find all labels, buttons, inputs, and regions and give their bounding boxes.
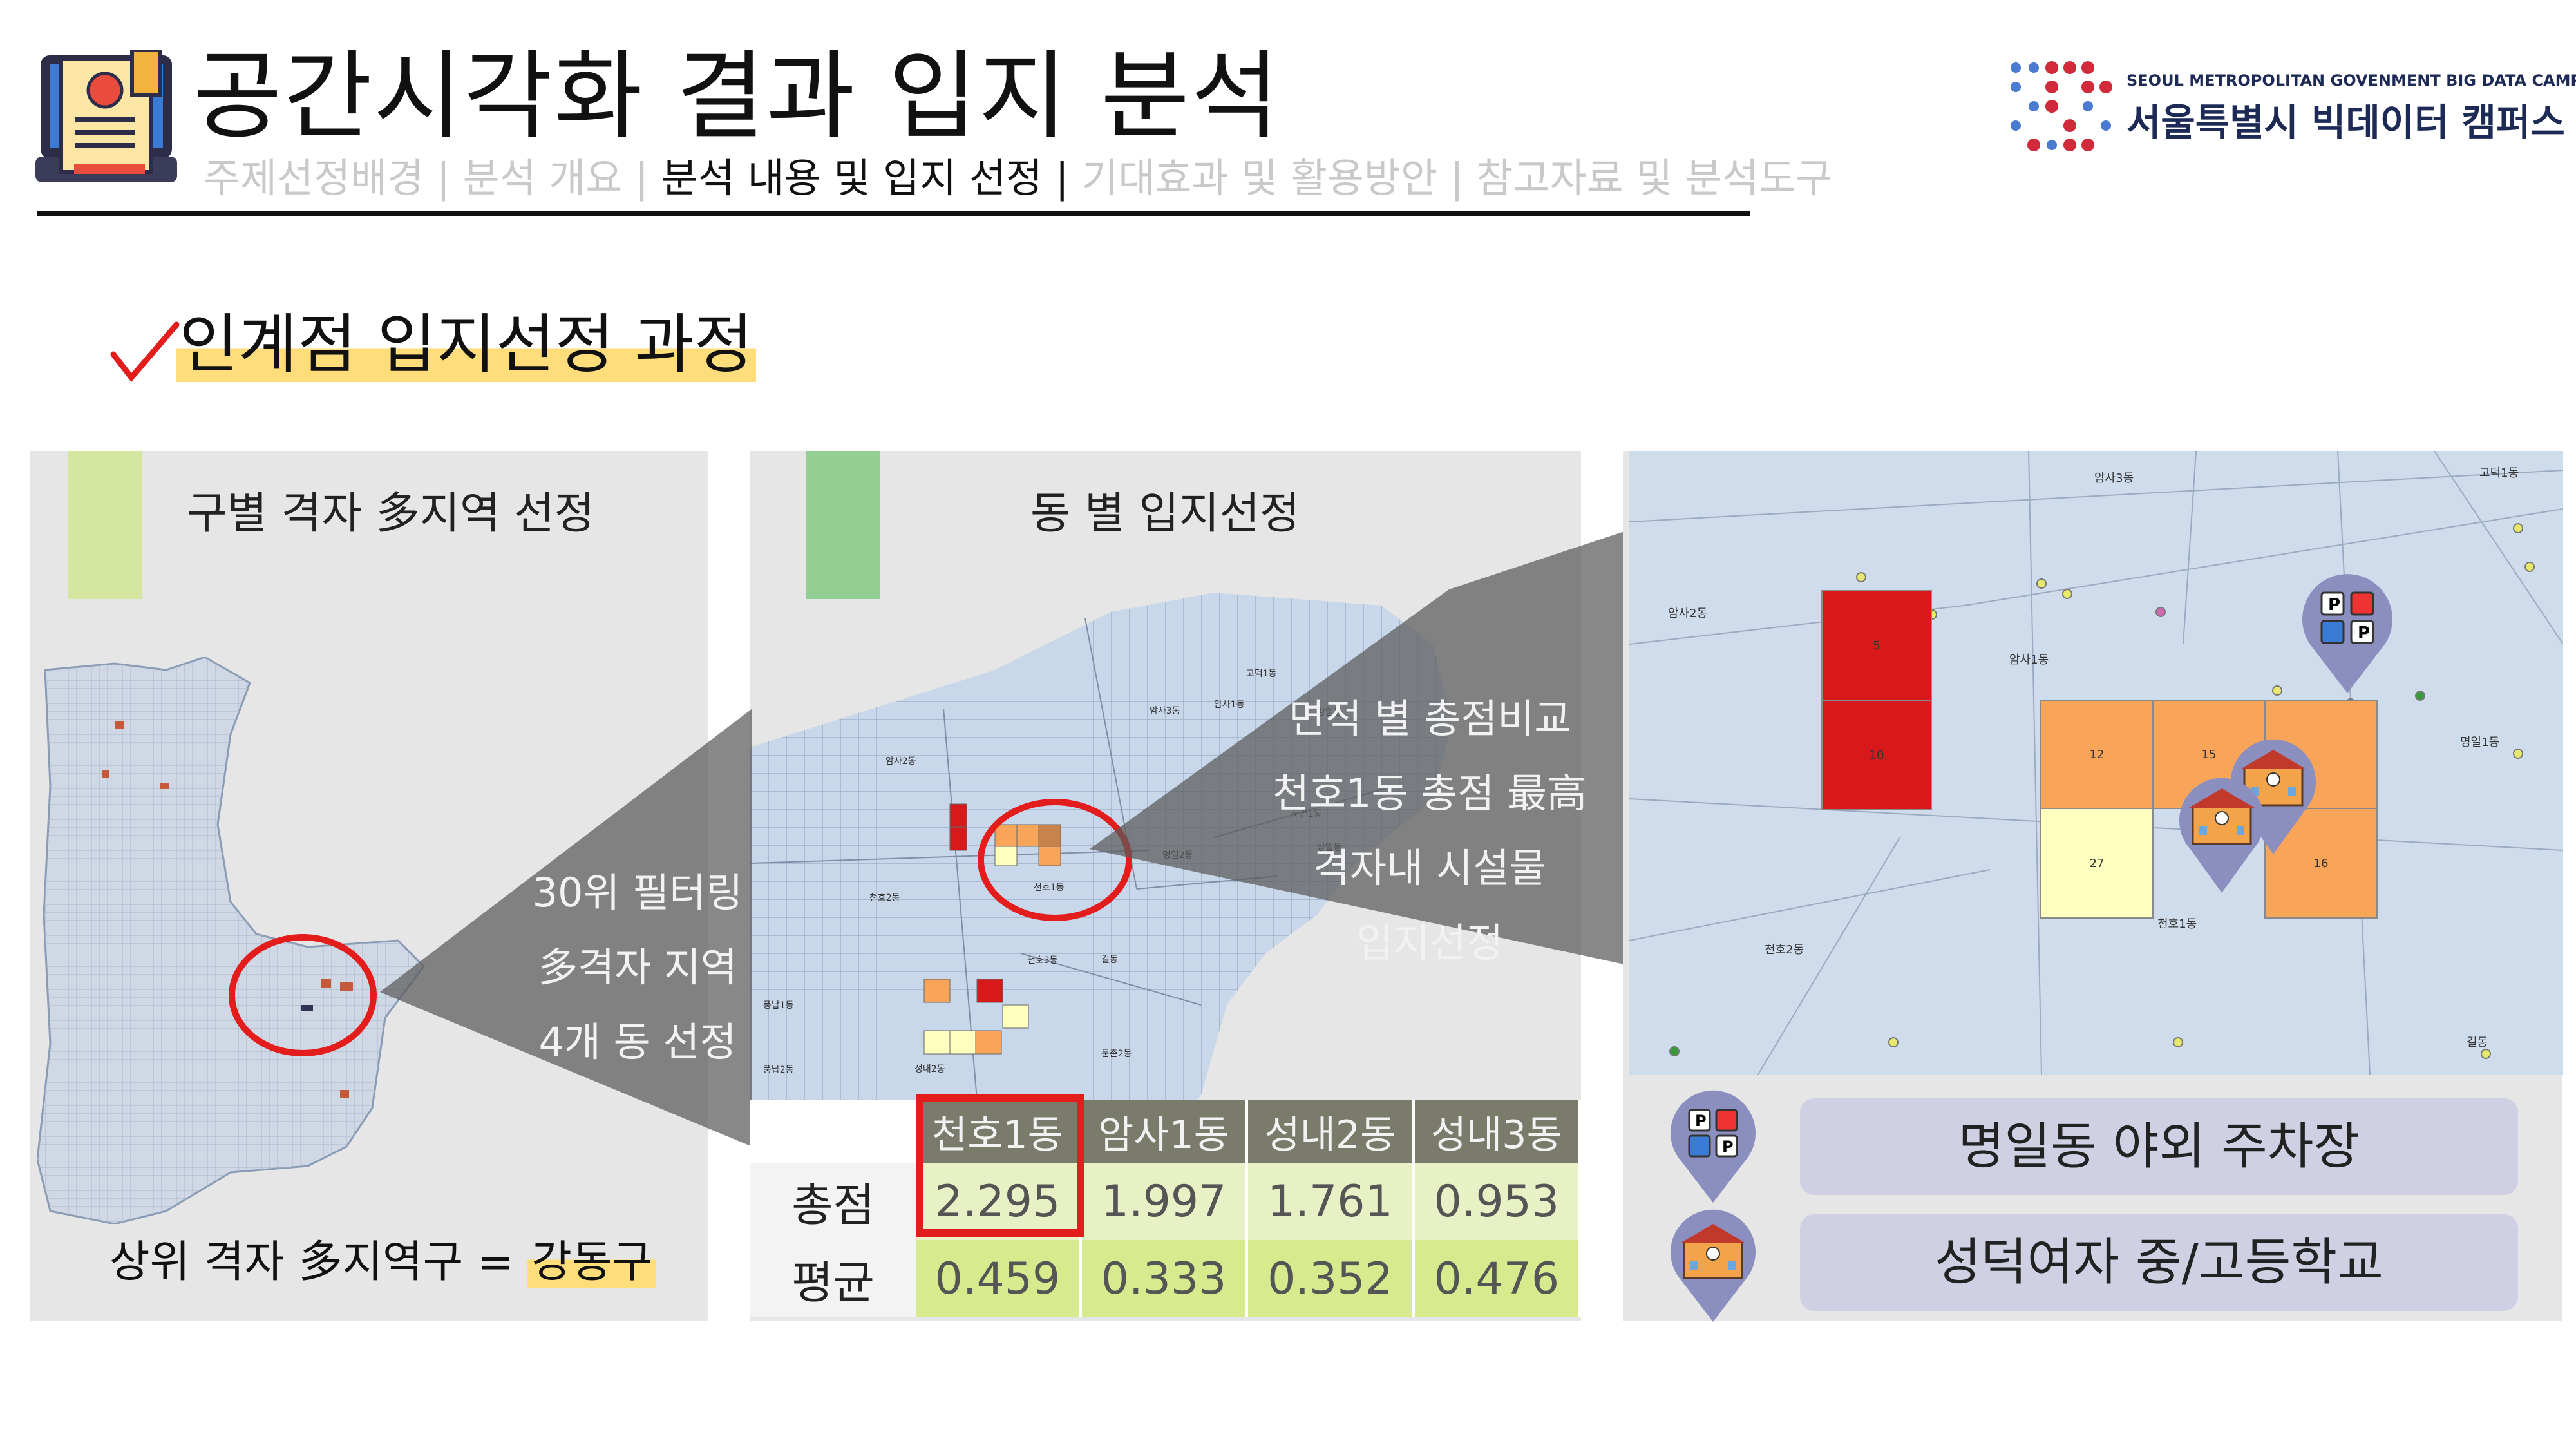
nav-separator: | bbox=[436, 155, 450, 202]
svg-text:P: P bbox=[1722, 1138, 1734, 1156]
callout-line: 입지선정 bbox=[1356, 919, 1504, 966]
school-pin-icon bbox=[1665, 1205, 1761, 1324]
parking-pin-icon: P P bbox=[1665, 1085, 1761, 1205]
filter-callout-text: 30위 필터링 多격자 지역 4개 동 선정 bbox=[515, 855, 760, 1080]
logo-english-text: SEOUL METROPOLITAN GOVENMENT BIG DATA CA… bbox=[2126, 72, 2576, 90]
panel1-caption: 상위 격자 多지역구 = 강동구 bbox=[109, 1234, 657, 1292]
callout-line: 천호1동 총점 最高 bbox=[1272, 770, 1587, 817]
svg-text:암사2동: 암사2동 bbox=[1668, 607, 1707, 620]
svg-text:고덕1동: 고덕1동 bbox=[2479, 466, 2519, 480]
grid-cell: 5 bbox=[1821, 590, 1932, 701]
svg-text:천호2동: 천호2동 bbox=[1765, 943, 1804, 957]
document-icon bbox=[35, 48, 177, 189]
svg-text:풍납1동: 풍납1동 bbox=[763, 1000, 794, 1011]
map-highlight-circle bbox=[229, 934, 377, 1056]
table-cell: 1.997 bbox=[1080, 1163, 1249, 1240]
big-data-campus-logo: SEOUL METROPOLITAN GOVENMENT BIG DATA CA… bbox=[2009, 55, 2576, 164]
callout-line: 30위 필터링 bbox=[532, 869, 743, 916]
page-title: 공간시각화 결과 입지 분석 bbox=[193, 41, 1282, 153]
svg-text:둔촌2동: 둔촌2동 bbox=[1101, 1049, 1132, 1059]
table-cell: 0.459 bbox=[916, 1240, 1082, 1317]
panel1-label: 구별 격자 多지역 선정 bbox=[187, 488, 595, 539]
svg-text:명일1동: 명일1동 bbox=[2460, 736, 2499, 749]
section-title: 인계점 입지선정 과정 bbox=[176, 303, 756, 387]
svg-text:명일2동: 명일2동 bbox=[1162, 850, 1193, 861]
svg-text:P: P bbox=[2358, 624, 2370, 643]
table-row: 평균 0.459 0.333 0.352 0.476 bbox=[750, 1240, 1582, 1317]
facility-map: 암사3동 고덕1동 암사2동암사1동 명일1동천호2동 천호1동길동 5 10 1… bbox=[1629, 451, 2563, 1075]
svg-text:P: P bbox=[2328, 595, 2340, 615]
svg-text:천호2동: 천호2동 bbox=[869, 893, 900, 903]
parking-pin-icon: P P bbox=[2296, 567, 2399, 696]
score-table: 천호1동 암사1동 성내2동 성내3동 총점 2.295 1.997 1.761… bbox=[750, 1100, 1582, 1317]
panel2-label: 동 별 입지선정 bbox=[1030, 488, 1300, 539]
nav-item-background[interactable]: 주제선정배경 bbox=[204, 155, 424, 202]
column-header: 암사1동 bbox=[1080, 1100, 1249, 1163]
svg-text:풍납2동: 풍납2동 bbox=[763, 1065, 794, 1075]
score-callout-text: 면적 별 총점비교 천호1동 총점 最高 격자내 시설물 입지선정 bbox=[1262, 682, 1597, 980]
grid-cell: 27 bbox=[2040, 808, 2154, 919]
svg-text:암사1동: 암사1동 bbox=[2009, 653, 2049, 667]
nav-item-effects[interactable]: 기대효과 및 활용방안 bbox=[1081, 155, 1437, 202]
table-corner bbox=[750, 1100, 916, 1163]
logo-korean-text: 서울특별시 빅데이터 캠퍼스 bbox=[2126, 100, 2565, 144]
svg-text:암사3동: 암사3동 bbox=[2094, 472, 2134, 485]
grid-cell: 12 bbox=[2040, 700, 2154, 809]
callout-line: 면적 별 총점비교 bbox=[1288, 695, 1571, 742]
result-parking-label: 명일동 야외 주차장 bbox=[1800, 1098, 2518, 1195]
svg-text:성내2동: 성내2동 bbox=[914, 1064, 945, 1075]
table-cell: 0.333 bbox=[1080, 1240, 1249, 1317]
svg-text:천호1동: 천호1동 bbox=[2157, 917, 2197, 931]
panel-tab-marker bbox=[806, 451, 880, 599]
nav-separator: | bbox=[635, 155, 649, 202]
svg-text:고덕1동: 고덕1동 bbox=[1246, 669, 1277, 679]
svg-text:암사1동: 암사1동 bbox=[1214, 700, 1245, 710]
nav-separator: | bbox=[1450, 155, 1464, 202]
svg-text:암사2동: 암사2동 bbox=[886, 756, 916, 767]
callout-line: 多격자 지역 bbox=[538, 944, 737, 991]
svg-text:길동: 길동 bbox=[1101, 955, 1118, 965]
grid-cell: 10 bbox=[1821, 700, 1932, 810]
map-highlight-circle bbox=[978, 799, 1132, 921]
callout-line: 4개 동 선정 bbox=[538, 1018, 737, 1065]
svg-text:P: P bbox=[1695, 1112, 1707, 1130]
gangdong-grid-map bbox=[36, 656, 450, 1225]
panel-tab-marker bbox=[68, 451, 142, 599]
column-header: 성내2동 bbox=[1247, 1100, 1415, 1163]
nav-item-analysis[interactable]: 분석 내용 및 입지 선정 bbox=[661, 155, 1043, 202]
caption-district: 강동구 bbox=[527, 1237, 657, 1288]
dot-grid-logo-icon bbox=[2011, 61, 2112, 151]
svg-text:길동: 길동 bbox=[2467, 1036, 2488, 1049]
nav-separator: | bbox=[1055, 155, 1069, 202]
row-header: 평균 bbox=[750, 1240, 916, 1317]
row-header: 총점 bbox=[750, 1163, 916, 1240]
table-cell: 1.761 bbox=[1247, 1163, 1415, 1240]
table-header-row: 천호1동 암사1동 성내2동 성내3동 bbox=[750, 1100, 1582, 1163]
table-cell: 0.352 bbox=[1247, 1240, 1415, 1317]
checkmark-icon bbox=[109, 321, 180, 385]
header-divider bbox=[37, 211, 1750, 216]
column-header: 성내3동 bbox=[1413, 1100, 1582, 1163]
section-title-text: 인계점 입지선정 과정 bbox=[176, 307, 756, 382]
svg-text:천호3동: 천호3동 bbox=[1027, 955, 1058, 966]
nav-item-overview[interactable]: 분석 개요 bbox=[463, 155, 623, 202]
callout-line: 격자내 시설물 bbox=[1313, 845, 1546, 892]
svg-text:암사3동: 암사3동 bbox=[1150, 706, 1180, 716]
table-row: 총점 2.295 1.997 1.761 0.953 bbox=[750, 1163, 1582, 1240]
result-school-label: 성덕여자 중/고등학교 bbox=[1800, 1214, 2518, 1311]
table-cell: 0.476 bbox=[1413, 1240, 1582, 1317]
caption-prefix: 상위 격자 多지역구 = bbox=[109, 1237, 528, 1288]
top-score-highlight-box bbox=[916, 1094, 1084, 1237]
nav-item-references[interactable]: 참고자료 및 분석도구 bbox=[1476, 155, 1832, 202]
table-cell: 0.953 bbox=[1413, 1163, 1582, 1240]
school-pin-icon bbox=[2174, 767, 2270, 895]
section-nav: 주제선정배경 | 분석 개요 | 분석 내용 및 입지 선정 | 기대효과 및 … bbox=[204, 149, 1832, 207]
